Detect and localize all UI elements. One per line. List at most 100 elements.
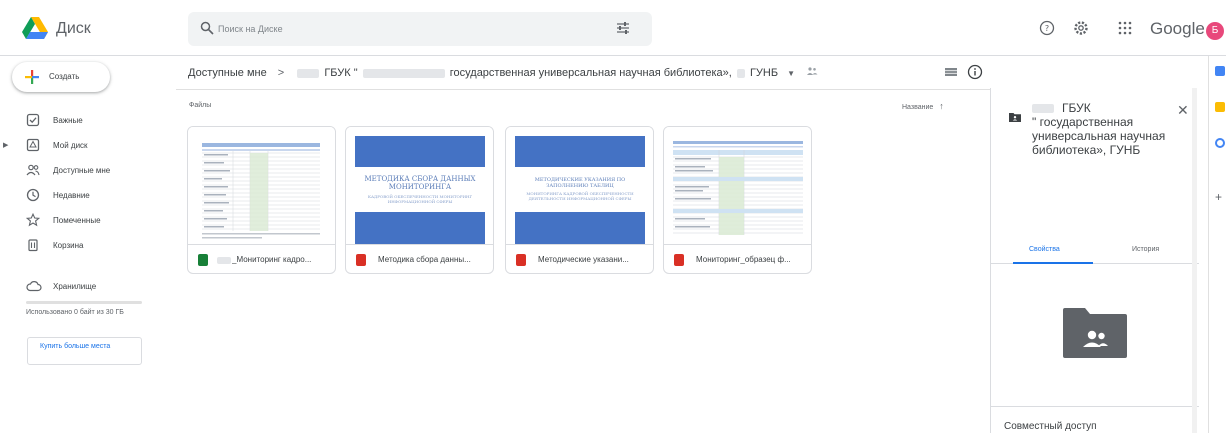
sidebar-item-storage[interactable]: Хранилище — [0, 275, 160, 300]
toolbar-divider — [176, 89, 990, 90]
file-thumbnail — [664, 127, 811, 244]
svg-text:?: ? — [1045, 24, 1049, 33]
details-title-line1: ГБУК — [1062, 101, 1091, 115]
settings-gear-icon[interactable] — [1072, 19, 1090, 37]
drive-icon — [26, 138, 40, 152]
file-card-footer: Мониторинг_образец ф... — [664, 244, 811, 273]
redacted-text — [1032, 104, 1054, 114]
details-scrollbar[interactable] — [1192, 88, 1197, 433]
large-shared-folder-icon — [1063, 308, 1127, 358]
breadcrumb: Доступные мне > ГБУК " государственная у… — [188, 66, 818, 82]
thumbnail-subtitle: КАДРОВОЙ ОБЕСПЕЧЕННОСТИ МОНИТОРИНГ ИНФОР… — [367, 194, 473, 204]
keep-icon[interactable] — [1215, 102, 1225, 112]
document-footer-band — [355, 212, 485, 244]
storage-quota-text: Использовано 0 байт из 30 ГБ — [26, 309, 124, 316]
shared-folder-icon — [1009, 113, 1021, 122]
people-icon — [26, 164, 40, 176]
buy-storage-button[interactable]: Купить больше места — [27, 337, 142, 365]
calendar-icon[interactable] — [1215, 66, 1225, 76]
tasks-icon[interactable] — [1215, 138, 1225, 148]
pdf-icon — [674, 254, 684, 266]
breadcrumb-separator: > — [277, 67, 285, 80]
document-footer-band — [515, 212, 645, 244]
app-title[interactable]: Диск — [56, 20, 91, 38]
avatar[interactable]: Б — [1206, 22, 1224, 40]
redacted-text — [362, 68, 445, 78]
sidebar-item-label: Корзина — [53, 241, 84, 250]
file-thumbnail: МЕТОДИЧЕСКИЕ УКАЗАНИЯ ПО ЗАПОЛНЕНИЮ ТАБЛ… — [506, 127, 653, 244]
chevron-down-icon[interactable]: ▼ — [787, 69, 795, 78]
file-name: _Мониторинг кадро... — [232, 255, 312, 264]
breadcrumb-folder-middle[interactable]: государственная универсальная научная би… — [450, 67, 732, 79]
spreadsheet-preview — [202, 143, 320, 239]
file-thumbnail — [188, 127, 335, 244]
redacted-text — [217, 257, 231, 264]
sidebar-item-recent[interactable]: Недавние — [0, 183, 160, 208]
tab-history[interactable]: История — [1132, 246, 1159, 253]
sidebar-item-label: Важные — [53, 116, 83, 125]
sort-label: Название — [902, 104, 934, 111]
file-card[interactable]: МЕТОДИКА СБОРА ДАННЫХ МОНИТОРИНГА КАДРОВ… — [345, 126, 494, 274]
sidebar-item-trash[interactable]: Корзина — [0, 233, 160, 258]
search-bar[interactable] — [188, 12, 652, 46]
details-title: ГБУК " государственная универсальная нау… — [1032, 101, 1172, 157]
search-input[interactable] — [218, 19, 598, 39]
trash-icon — [28, 239, 38, 252]
storage-label: Хранилище — [53, 282, 97, 291]
details-title-rest: " государственная универсальная научная … — [1032, 115, 1166, 157]
check-box-icon — [26, 113, 40, 127]
active-tab-indicator — [1013, 262, 1093, 264]
sidebar-item-label: Помеченные — [53, 216, 101, 225]
apps-grid-icon[interactable] — [1116, 19, 1134, 37]
sidebar-item-my-drive[interactable]: ▶ Мой диск — [0, 133, 160, 158]
create-button-label: Создать — [49, 72, 80, 81]
breadcrumb-folder-prefix[interactable]: ГБУК " — [324, 67, 357, 79]
sharing-section-label: Совместный доступ — [1004, 421, 1097, 432]
sidebar-item-important[interactable]: Важные — [0, 108, 160, 133]
details-tabs: Свойства История — [991, 236, 1199, 264]
file-card[interactable]: Мониторинг_образец ф... — [663, 126, 812, 274]
breadcrumb-root[interactable]: Доступные мне — [188, 67, 267, 79]
info-icon[interactable] — [967, 64, 983, 80]
google-account-label[interactable]: Google — [1150, 19, 1205, 39]
cloud-icon — [26, 281, 42, 292]
file-card[interactable]: _Мониторинг кадро... — [187, 126, 336, 274]
star-icon — [26, 213, 40, 227]
redacted-text — [297, 68, 320, 78]
file-card-footer: _Мониторинг кадро... — [188, 244, 335, 273]
plus-icon — [25, 70, 39, 84]
file-card-footer: Методические указани... — [506, 244, 653, 273]
breadcrumb-folder-suffix[interactable]: ГУНБ — [750, 67, 778, 79]
storage-quota-bar — [26, 301, 142, 304]
drive-logo-icon[interactable] — [22, 17, 48, 39]
close-icon[interactable]: ✕ — [1177, 102, 1189, 119]
details-pane: ГБУК " государственная универсальная нау… — [990, 88, 1199, 433]
add-addon-icon[interactable]: + — [1215, 191, 1225, 203]
document-header-band — [355, 136, 485, 167]
file-card-footer: Методика сбора данны... — [346, 244, 493, 273]
spreadsheet-icon — [198, 254, 208, 266]
table-preview — [673, 141, 803, 235]
sort-arrow-icon[interactable]: ↑ — [939, 101, 944, 111]
file-card[interactable]: МЕТОДИЧЕСКИЕ УКАЗАНИЯ ПО ЗАПОЛНЕНИЮ ТАБЛ… — [505, 126, 654, 274]
expand-caret-icon[interactable]: ▶ — [3, 141, 8, 149]
create-button[interactable]: Создать — [12, 62, 110, 92]
redacted-text — [736, 68, 745, 78]
search-icon[interactable] — [200, 21, 214, 35]
search-options-icon[interactable] — [616, 21, 630, 35]
sort-by-name[interactable]: Название ↑ — [902, 101, 944, 111]
sidebar-item-shared[interactable]: Доступные мне — [0, 158, 160, 183]
file-name: Методика сбора данны... — [378, 255, 471, 264]
file-name: Методические указани... — [538, 255, 629, 264]
pdf-icon — [356, 254, 366, 266]
help-icon[interactable]: ? — [1038, 19, 1056, 37]
tab-properties[interactable]: Свойства — [1029, 246, 1060, 253]
shared-folder-icon — [807, 67, 818, 75]
thumbnail-title: МЕТОДИЧЕСКИЕ УКАЗАНИЯ ПО ЗАПОЛНЕНИЮ ТАБЛ… — [534, 177, 626, 189]
clock-icon — [26, 188, 40, 202]
sidebar-item-starred[interactable]: Помеченные — [0, 208, 160, 233]
list-view-icon[interactable] — [943, 64, 959, 80]
sidebar-item-label: Недавние — [53, 191, 90, 200]
thumbnail-subtitle: МОНИТОРИНГА КАДРОВОЙ ОБЕСПЕЧЕННОСТИ ДЕЯТ… — [526, 191, 634, 201]
top-bar: Диск ? Google Б — [0, 0, 1226, 56]
